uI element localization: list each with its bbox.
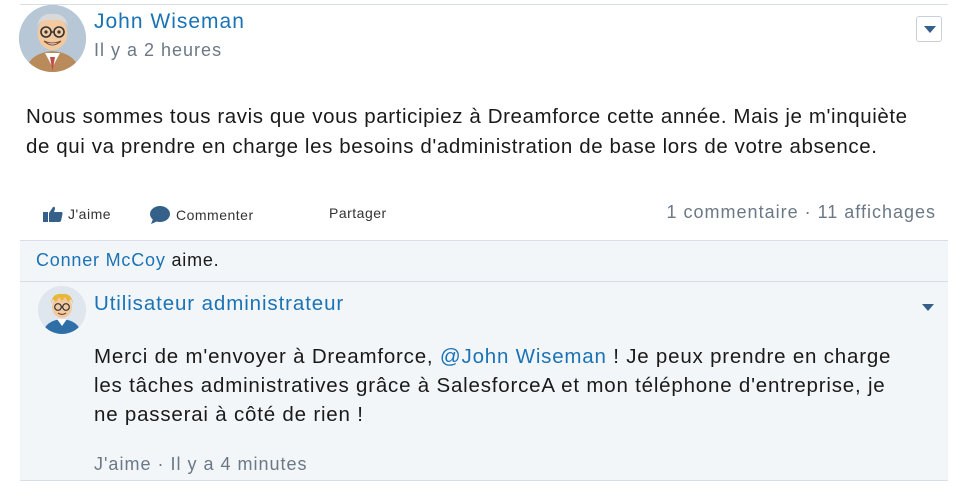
post-author-name[interactable]: John Wiseman	[94, 10, 245, 34]
post-body: Nous sommes tous ravis que vous particip…	[26, 105, 908, 158]
share-button[interactable]: Partager	[329, 205, 387, 221]
post-timestamp[interactable]: Il y a 2 heures	[94, 40, 222, 61]
comment-body: Merci de m'envoyer à Dreamforce, @John W…	[94, 342, 894, 429]
share-label: Partager	[329, 205, 387, 221]
thumbs-up-icon	[43, 206, 63, 222]
comment-label: Commenter	[176, 207, 254, 223]
speech-bubble-icon	[150, 206, 170, 224]
comment-text-before: Merci de m'envoyer à Dreamforce,	[94, 345, 440, 368]
post-menu-button[interactable]	[916, 16, 942, 42]
comment-button[interactable]: Commenter	[149, 205, 254, 225]
comment-item: Utilisateur administrateur Merci de m'en…	[20, 282, 948, 480]
comment-author-name[interactable]: Utilisateur administrateur	[94, 292, 344, 316]
bottom-divider	[20, 480, 948, 481]
liker-name-link[interactable]: Conner McCoy	[36, 250, 166, 270]
comment-meta[interactable]: J'aime · Il y a 4 minutes	[94, 454, 308, 475]
chevron-down-icon	[924, 26, 936, 33]
like-label: J'aime	[68, 206, 112, 222]
likes-text: Conner McCoy aime.	[36, 250, 219, 271]
likes-bar: Conner McCoy aime.	[20, 241, 948, 281]
likes-suffix: aime.	[165, 250, 220, 270]
like-button[interactable]: J'aime	[42, 205, 111, 223]
chevron-down-icon[interactable]	[922, 304, 934, 311]
post-stats[interactable]: 1 commentaire · 11 affichages	[667, 202, 936, 223]
mention-link[interactable]: @John Wiseman	[440, 345, 607, 368]
top-divider	[20, 4, 948, 5]
comment-author-avatar[interactable]	[38, 286, 86, 334]
author-avatar[interactable]	[19, 5, 86, 72]
